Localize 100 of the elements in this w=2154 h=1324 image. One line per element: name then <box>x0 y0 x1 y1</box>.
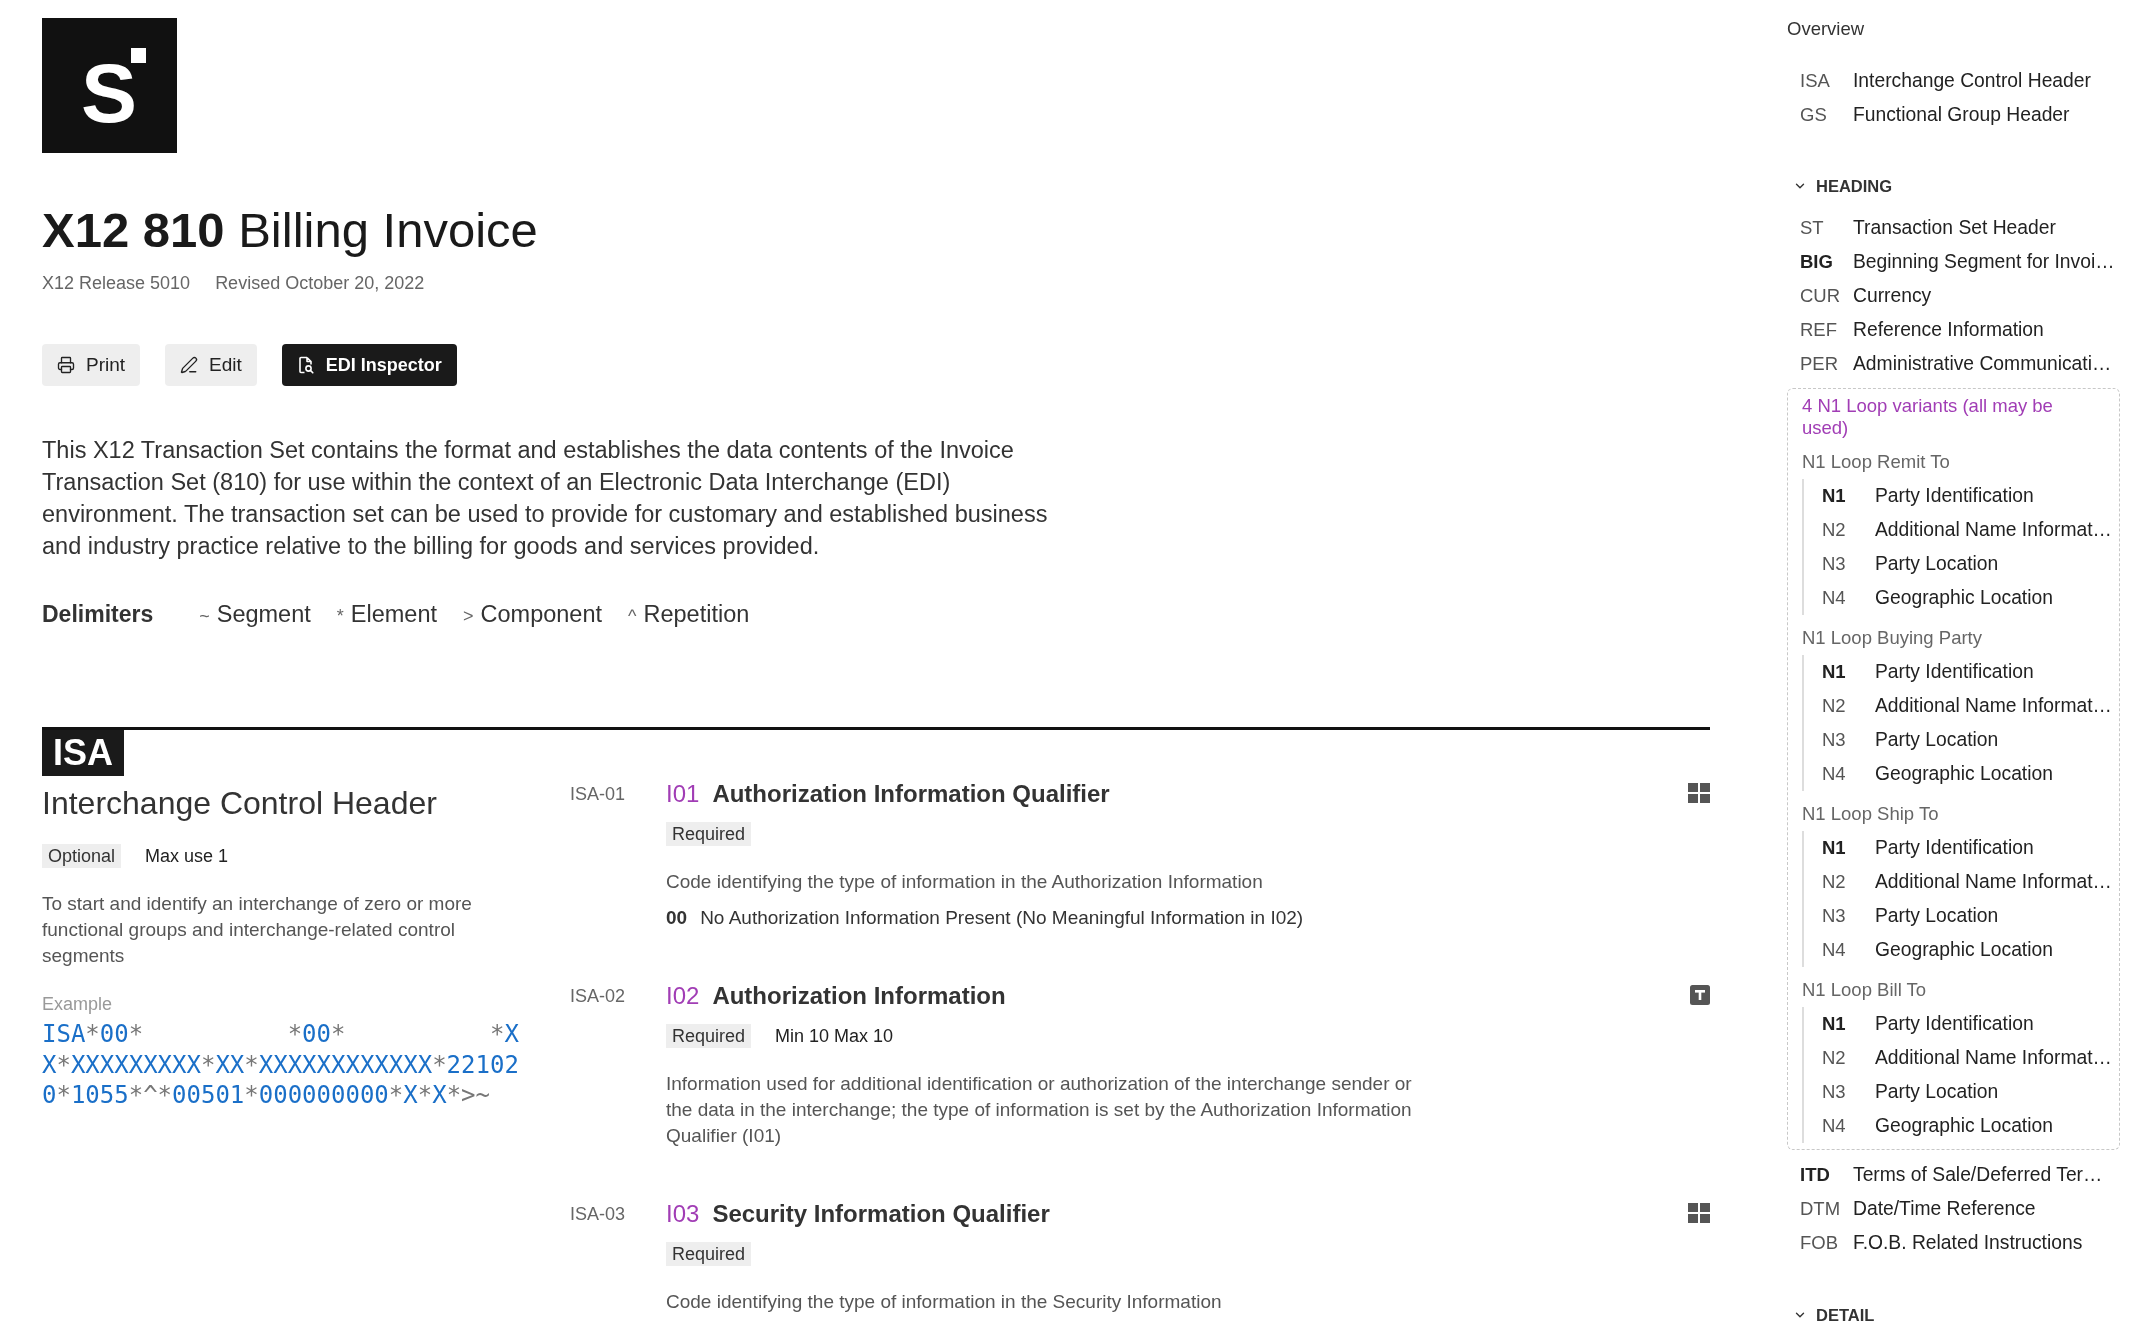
meta-text: Revised October 20, 2022 <box>215 272 425 295</box>
segment-code: PER <box>1800 353 1840 375</box>
section-toggle[interactable]: HEADING <box>1787 173 1893 199</box>
brand-logo: S <box>42 18 177 153</box>
segment-link[interactable]: Additional Name Informat… <box>1875 695 2112 717</box>
max-use-text: Max use 1 <box>145 845 229 868</box>
segment-code: N4 <box>1822 763 1847 785</box>
loop-name: N1 Loop Ship To <box>1802 803 1940 825</box>
example-code-text: *00* <box>287 1019 346 1050</box>
segment-code: N3 <box>1822 905 1847 927</box>
segment-code: N3 <box>1822 553 1847 575</box>
segment-link[interactable]: Party Identification <box>1875 1013 2034 1035</box>
segment-code: GS <box>1800 104 1828 126</box>
page-title: X12 810 Billing Invoice <box>42 202 538 259</box>
meta-text: X12 Release 5010 <box>42 272 191 295</box>
segment-link[interactable]: Party Identification <box>1875 485 2034 507</box>
loop-group-title: 4 N1 Loop variants (all may be used) <box>1802 395 2054 439</box>
segment-code: N2 <box>1822 695 1847 717</box>
segment-code: ISA <box>1800 70 1831 92</box>
element-id: I02 <box>666 981 700 1011</box>
segment-link[interactable]: Transaction Set Header <box>1853 217 2056 239</box>
usage-badge: Optional <box>42 844 122 868</box>
example-label: Example <box>42 993 113 1015</box>
element-description: Information used for additional identification or authorization of the interchange sender or the data in the interchange; the type of information is set by the Authorization Information Qualifier (I01) <box>666 1072 1413 1148</box>
element-id: I03 <box>666 1199 700 1229</box>
element-ref: ISA-03 <box>570 1203 627 1226</box>
segment-code: N1 <box>1822 1013 1847 1035</box>
segment-code: REF <box>1800 319 1838 341</box>
pencil-icon <box>180 356 199 374</box>
segment-link[interactable]: Party Location <box>1875 729 1999 751</box>
segment-code: BIG <box>1800 251 1834 273</box>
example-code-text: ISA*00* <box>42 1019 144 1050</box>
segment-link[interactable]: Geographic Location <box>1875 939 2053 961</box>
element-name: Authorization Information <box>712 981 1006 1011</box>
segment-title: Interchange Control Header <box>42 785 437 821</box>
segment-code: DTM <box>1800 1198 1842 1220</box>
segment-link[interactable]: Additional Name Informat… <box>1875 871 2112 893</box>
segment-code: ITD <box>1800 1164 1831 1186</box>
segment-code: CUR <box>1800 285 1842 307</box>
requirement-badge: Required <box>666 1242 752 1266</box>
segment-link[interactable]: Geographic Location <box>1875 1115 2053 1137</box>
segment-code: ST <box>1800 217 1825 239</box>
segment-link[interactable]: Currency <box>1853 285 1932 307</box>
delimiter-name: Element <box>350 600 438 629</box>
code-meaning: No Authorization Information Present (No Meaningful Information in I02) <box>700 906 1304 930</box>
segment-code: N3 <box>1822 729 1847 751</box>
print-button[interactable]: Print <box>42 344 141 386</box>
segment-link[interactable]: Party Identification <box>1875 661 2034 683</box>
segment-link[interactable]: Additional Name Informat… <box>1875 519 2112 541</box>
delimiter-symbol: ~ <box>199 605 210 628</box>
segment-link[interactable]: Terms of Sale/Deferred Ter… <box>1853 1164 2103 1186</box>
segment-code: N4 <box>1822 939 1847 961</box>
example-code-text: *X <box>489 1019 519 1050</box>
segment-code: N1 <box>1822 485 1847 507</box>
segment-link[interactable]: Interchange Control Header <box>1853 70 2091 92</box>
element-name: Authorization Information Qualifier <box>712 779 1110 809</box>
edi-inspector-button[interactable]: EDI Inspector <box>281 344 457 386</box>
segment-link[interactable]: Reference Information <box>1853 319 2044 341</box>
segment-link[interactable]: Party Location <box>1875 905 1999 927</box>
delimiter-symbol: * <box>336 605 344 628</box>
segment-link[interactable]: Date/Time Reference <box>1853 1198 2036 1220</box>
segment-link[interactable]: Beginning Segment for Invoi… <box>1853 251 2115 273</box>
segment-link[interactable]: Party Identification <box>1875 837 2034 859</box>
requirement-badge: Required <box>666 822 752 846</box>
segment-link[interactable]: Additional Name Informat… <box>1875 1047 2112 1069</box>
document-search-icon <box>296 356 315 374</box>
element-description: Code identifying the type of information in the Authorization Information <box>666 870 1263 894</box>
segment-code: FOB <box>1800 1232 1840 1254</box>
element-name: Security Information Qualifier <box>712 1199 1050 1229</box>
loop-name: N1 Loop Remit To <box>1802 451 1951 473</box>
section-toggle[interactable]: DETAIL <box>1787 1302 1875 1324</box>
segment-code: N4 <box>1822 587 1847 609</box>
segment-code: N2 <box>1822 519 1847 541</box>
element-ref: ISA-01 <box>570 783 627 806</box>
segment-link[interactable]: Party Location <box>1875 1081 1999 1103</box>
segment-link[interactable]: Functional Group Header <box>1853 104 2070 126</box>
requirement-badge: Required <box>666 1024 752 1048</box>
element-id: I01 <box>666 779 700 809</box>
segment-code: N1 <box>1822 837 1847 859</box>
loop-name: N1 Loop Buying Party <box>1802 627 1983 649</box>
delimiter-name: Component <box>480 600 603 629</box>
edit-button[interactable]: Edit <box>165 344 257 386</box>
overview-heading: Overview <box>1787 18 1866 40</box>
description-text: This X12 Transaction Set contains the format and establishes the data contents of the Invoice Transaction Set (810) for use within the context of an Electronic Data Interchange (EDI) environment. The transaction set can be used to provide for customary and established business and industry practice relative to the billing for goods and services provided. <box>42 436 1049 561</box>
segment-code: N1 <box>1822 661 1847 683</box>
delimiter-name: Repetition <box>643 600 750 629</box>
segment-link[interactable]: Geographic Location <box>1875 587 2053 609</box>
grid-icon <box>1688 783 1710 803</box>
segment-link[interactable]: F.O.B. Related Instructions <box>1853 1232 2083 1254</box>
segment-link[interactable]: Administrative Communicati… <box>1853 353 2112 375</box>
letter-t-icon <box>1690 985 1710 1005</box>
segment-link[interactable]: Party Location <box>1875 553 1999 575</box>
printer-icon <box>57 356 75 374</box>
delimiter-name: Segment <box>216 600 311 629</box>
element-description: Code identifying the type of information in the Security Information <box>666 1290 1222 1314</box>
element-ref: ISA-02 <box>570 985 627 1008</box>
loop-name: N1 Loop Bill To <box>1802 979 1928 1001</box>
segment-link[interactable]: Geographic Location <box>1875 763 2053 785</box>
example-code-text: 0*1055*^*00501*000000000*X*X*>~ <box>42 1080 490 1111</box>
segment-code: N3 <box>1822 1081 1847 1103</box>
